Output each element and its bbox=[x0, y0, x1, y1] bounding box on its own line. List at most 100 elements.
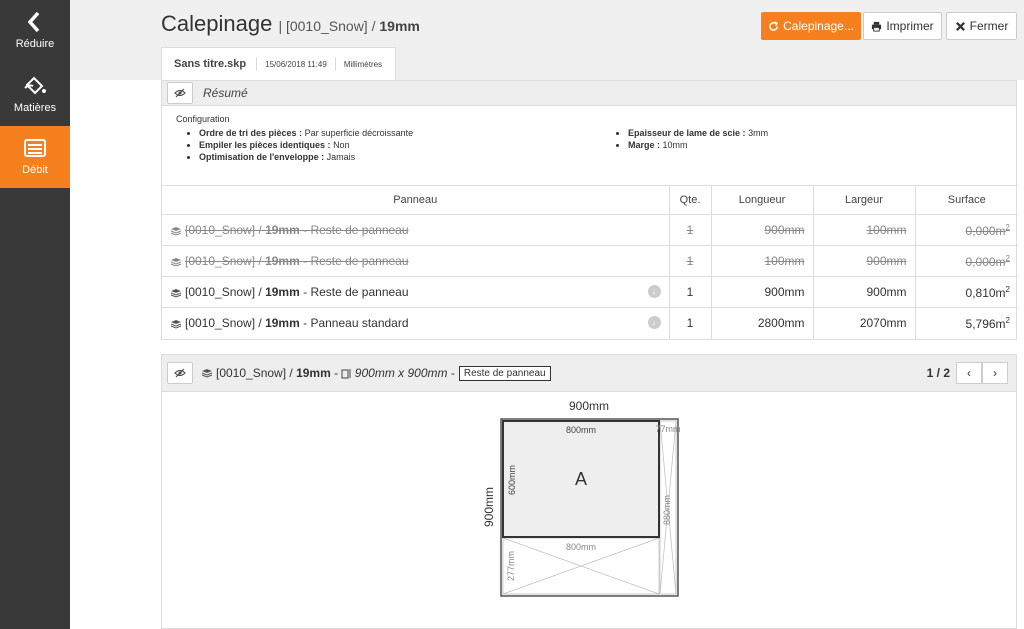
print-button-label: Imprimer bbox=[886, 19, 934, 33]
surface-cell: 5,796m2 bbox=[915, 307, 1018, 339]
paint-bucket-icon bbox=[24, 76, 46, 95]
qty-cell: 1 bbox=[669, 214, 712, 246]
calepinage-button[interactable]: Calepinage... bbox=[761, 12, 861, 40]
column-header-panneau[interactable]: Panneau bbox=[162, 185, 670, 215]
summary-header: Résumé bbox=[162, 81, 1016, 106]
layers-icon bbox=[170, 226, 182, 236]
file-unit: Millimètres bbox=[334, 57, 390, 71]
sheet-type-badge: Reste de panneau bbox=[458, 365, 551, 381]
config-value: 10mm bbox=[662, 140, 688, 150]
table-row[interactable]: [0010_Snow] / 19mm - Panneau standard ↓ 1… bbox=[162, 307, 1018, 339]
panel-material: [0010_Snow] / bbox=[185, 316, 262, 331]
layers-icon bbox=[170, 320, 182, 329]
piece-height-label: 600mm bbox=[507, 465, 517, 495]
surface-exponent: 2 bbox=[1005, 222, 1010, 232]
config-list-left: Ordre de tri des pièces : Par superficie… bbox=[199, 128, 413, 164]
sidebar: Réduire Matières Débit bbox=[0, 0, 70, 629]
cutting-diagram: 900mm 900mm 800mm 600mm A 77mm 880mm 800… bbox=[482, 399, 681, 597]
sheet-dash: - bbox=[450, 366, 455, 380]
panel-thickness: 19mm bbox=[265, 254, 300, 268]
config-title: Configuration bbox=[176, 114, 230, 124]
file-name: Sans titre.skp bbox=[174, 58, 247, 70]
surface-value: 0,000m bbox=[965, 223, 1006, 238]
sidebar-item-label: Débit bbox=[22, 164, 48, 176]
pagination: 1 / 2 ‹ › bbox=[927, 362, 1008, 384]
sidebar-item-label: Réduire bbox=[15, 38, 55, 50]
config-item: Empiler les pièces identiques : Non bbox=[199, 140, 413, 150]
page-subtitle: | [0010_Snow] / 19mm bbox=[278, 18, 419, 34]
eye-slash-icon bbox=[174, 88, 186, 98]
layers-icon bbox=[170, 288, 182, 298]
toggle-sheet-visibility-button[interactable] bbox=[167, 362, 193, 384]
calepinage-button-label: Calepinage... bbox=[783, 19, 854, 33]
sheet-material: [0010_Snow] / bbox=[216, 366, 293, 380]
panel-thickness: 19mm bbox=[265, 223, 300, 237]
previous-page-button[interactable]: ‹ bbox=[956, 362, 982, 384]
table-row[interactable]: [0010_Snow] / 19mm - Reste de panneau 1 … bbox=[162, 214, 1018, 246]
sheet-height-label: 900mm bbox=[482, 487, 496, 527]
toggle-visibility-button[interactable] bbox=[167, 82, 193, 104]
column-header-surface[interactable]: Surface bbox=[915, 185, 1018, 215]
panel-cell: [0010_Snow] / 19mm - Reste de panneau bbox=[162, 214, 670, 246]
config-value: 3mm bbox=[748, 128, 769, 138]
config-value: Par superficie décroissante bbox=[304, 128, 414, 138]
panel-cell: [0010_Snow] / 19mm - Panneau standard ↓ bbox=[162, 307, 670, 339]
close-icon bbox=[955, 21, 965, 31]
surface-cell: 0,810m2 bbox=[915, 276, 1018, 308]
file-tab[interactable]: Sans titre.skp 15/06/2018 11:49 Millimèt… bbox=[161, 47, 396, 80]
sheet-width-label: 900mm bbox=[569, 399, 609, 413]
config-key: Empiler les pièces identiques : bbox=[199, 140, 331, 150]
config-item: Marge : 10mm bbox=[628, 140, 768, 150]
surface-value: 0,000m bbox=[965, 254, 1006, 269]
surface-cell: 0,000m2 bbox=[915, 214, 1018, 246]
list-icon bbox=[24, 139, 46, 157]
sheet-dimensions: 900mm x 900mm bbox=[354, 366, 448, 380]
sheet-header: [0010_Snow] / 19mm - 900mm x 900mm - Res… bbox=[162, 355, 1016, 392]
sidebar-item-reduire[interactable]: Réduire bbox=[0, 0, 70, 62]
panels-table: Panneau Qte. Longueur Largeur Surface [0… bbox=[162, 185, 1018, 339]
config-item: Optimisation de l'enveloppe : Jamais bbox=[199, 152, 413, 162]
panel-type: - Reste de panneau bbox=[303, 285, 409, 299]
table-row[interactable]: [0010_Snow] / 19mm - Reste de panneau ↓ 1… bbox=[162, 276, 1018, 308]
qty-cell: 1 bbox=[669, 307, 712, 339]
sidebar-item-debit[interactable]: Débit bbox=[0, 126, 70, 188]
dimensions-icon bbox=[341, 368, 351, 378]
length-cell: 100mm bbox=[711, 245, 814, 277]
summary-title: Résumé bbox=[203, 86, 248, 100]
next-page-button[interactable]: › bbox=[982, 362, 1008, 384]
sheet-thickness: 19mm bbox=[296, 366, 331, 380]
download-icon[interactable]: ↓ bbox=[647, 316, 661, 330]
config-key: Optimisation de l'enveloppe : bbox=[199, 152, 325, 162]
panel-material: [0010_Snow] / bbox=[185, 223, 262, 237]
panel-material: [0010_Snow] / bbox=[185, 285, 262, 299]
page-title: Calepinage | [0010_Snow] / 19mm bbox=[161, 11, 420, 37]
print-button[interactable]: Imprimer bbox=[863, 12, 942, 40]
panel-type: - Reste de panneau bbox=[303, 254, 409, 268]
table-row[interactable]: [0010_Snow] / 19mm - Reste de panneau 1 … bbox=[162, 245, 1018, 277]
width-cell: 900mm bbox=[813, 245, 916, 277]
column-header-qte[interactable]: Qte. bbox=[669, 185, 712, 215]
length-cell: 900mm bbox=[711, 276, 814, 308]
panel-thickness: 19mm bbox=[265, 285, 300, 299]
width-cell: 2070mm bbox=[813, 307, 916, 339]
download-icon[interactable]: ↓ bbox=[647, 285, 661, 298]
surface-value: 5,796m bbox=[965, 316, 1006, 331]
offcut-right-height-label: 880mm bbox=[662, 495, 672, 525]
column-header-longueur[interactable]: Longueur bbox=[711, 185, 814, 215]
panel-cell: [0010_Snow] / 19mm - Reste de panneau bbox=[162, 245, 670, 277]
config-section: Configuration Ordre de tri des pièces : … bbox=[162, 106, 1016, 185]
chevron-left-icon bbox=[27, 11, 40, 33]
panel-thickness: 19mm bbox=[265, 316, 300, 331]
width-cell: 900mm bbox=[813, 276, 916, 308]
page-title-text: Calepinage bbox=[161, 11, 273, 36]
page-indicator: 1 / 2 bbox=[926, 366, 950, 380]
surface-value: 0,810m bbox=[965, 285, 1006, 300]
close-button[interactable]: Fermer bbox=[946, 12, 1017, 40]
column-header-largeur[interactable]: Largeur bbox=[813, 185, 916, 215]
layers-icon bbox=[170, 257, 182, 267]
config-item: Ordre de tri des pièces : Par superficie… bbox=[199, 128, 413, 138]
summary-panel: Résumé Configuration Ordre de tri des pi… bbox=[161, 80, 1018, 340]
config-key: Ordre de tri des pièces : bbox=[199, 128, 303, 138]
eye-slash-icon bbox=[174, 368, 186, 378]
sidebar-item-matieres[interactable]: Matières bbox=[0, 64, 70, 126]
